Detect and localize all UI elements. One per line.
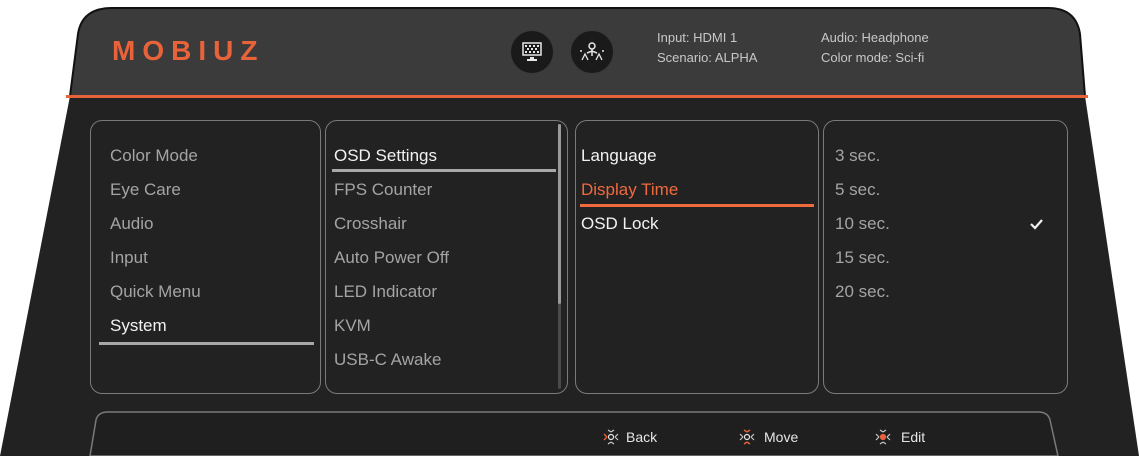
menu-item-system[interactable]: System xyxy=(110,316,167,336)
edit-key-icon xyxy=(872,428,894,446)
back-hint: Back xyxy=(626,429,658,445)
value-3-sec[interactable]: 3 sec. xyxy=(835,146,880,166)
color-bars-icon[interactable] xyxy=(510,30,554,74)
option-language[interactable]: Language xyxy=(581,146,657,166)
color-mode-status: Color mode: Sci-fi xyxy=(821,50,925,65)
submenu-item-fps-counter[interactable]: FPS Counter xyxy=(334,180,432,200)
submenu-item-led-indicator[interactable]: LED Indicator xyxy=(334,282,437,302)
move-key-icon xyxy=(736,428,758,446)
value-10-sec[interactable]: 10 sec. xyxy=(835,214,890,234)
submenu-item-crosshair[interactable]: Crosshair xyxy=(334,214,407,234)
osd-settings-panel: Language Display Time OSD Lock xyxy=(575,120,819,394)
option-display-time[interactable]: Display Time xyxy=(581,180,678,200)
input-status: Input: HDMI 1 xyxy=(657,30,738,45)
system-submenu-panel: OSD Settings FPS Counter Crosshair Auto … xyxy=(325,120,568,394)
brand-logo: MOBIUZ xyxy=(112,35,265,66)
selected-underline xyxy=(580,204,814,207)
audio-status: Audio: Headphone xyxy=(821,30,929,45)
move-hint: Move xyxy=(764,429,799,445)
menu-item-eye-care[interactable]: Eye Care xyxy=(110,180,181,200)
edit-hint: Edit xyxy=(901,429,926,445)
submenu-item-auto-power-off[interactable]: Auto Power Off xyxy=(334,248,449,268)
check-icon xyxy=(1026,214,1046,234)
submenu-item-osd-settings[interactable]: OSD Settings xyxy=(334,146,437,166)
menu-item-quick-menu[interactable]: Quick Menu xyxy=(110,282,201,302)
menu-item-audio[interactable]: Audio xyxy=(110,214,153,234)
value-15-sec[interactable]: 15 sec. xyxy=(835,248,890,268)
selected-underline xyxy=(332,169,556,172)
menu-item-color-mode[interactable]: Color Mode xyxy=(110,146,198,166)
scenario-status: Scenario: ALPHA xyxy=(657,50,758,65)
submenu-item-kvm[interactable]: KVM xyxy=(334,316,371,336)
submenu-item-usb-c-awake[interactable]: USB-C Awake xyxy=(334,350,441,370)
scrollbar-thumb[interactable] xyxy=(558,124,561,304)
selected-underline xyxy=(99,342,314,345)
menu-item-input[interactable]: Input xyxy=(110,248,148,268)
value-20-sec[interactable]: 20 sec. xyxy=(835,282,890,302)
scenario-figure-icon[interactable] xyxy=(570,30,614,74)
option-osd-lock[interactable]: OSD Lock xyxy=(581,214,658,234)
main-menu-panel: Color Mode Eye Care Audio Input Quick Me… xyxy=(90,120,321,394)
back-key-icon xyxy=(600,428,622,446)
value-5-sec[interactable]: 5 sec. xyxy=(835,180,880,200)
display-time-values-panel: 3 sec. 5 sec. 10 sec. 15 sec. 20 sec. xyxy=(823,120,1068,394)
